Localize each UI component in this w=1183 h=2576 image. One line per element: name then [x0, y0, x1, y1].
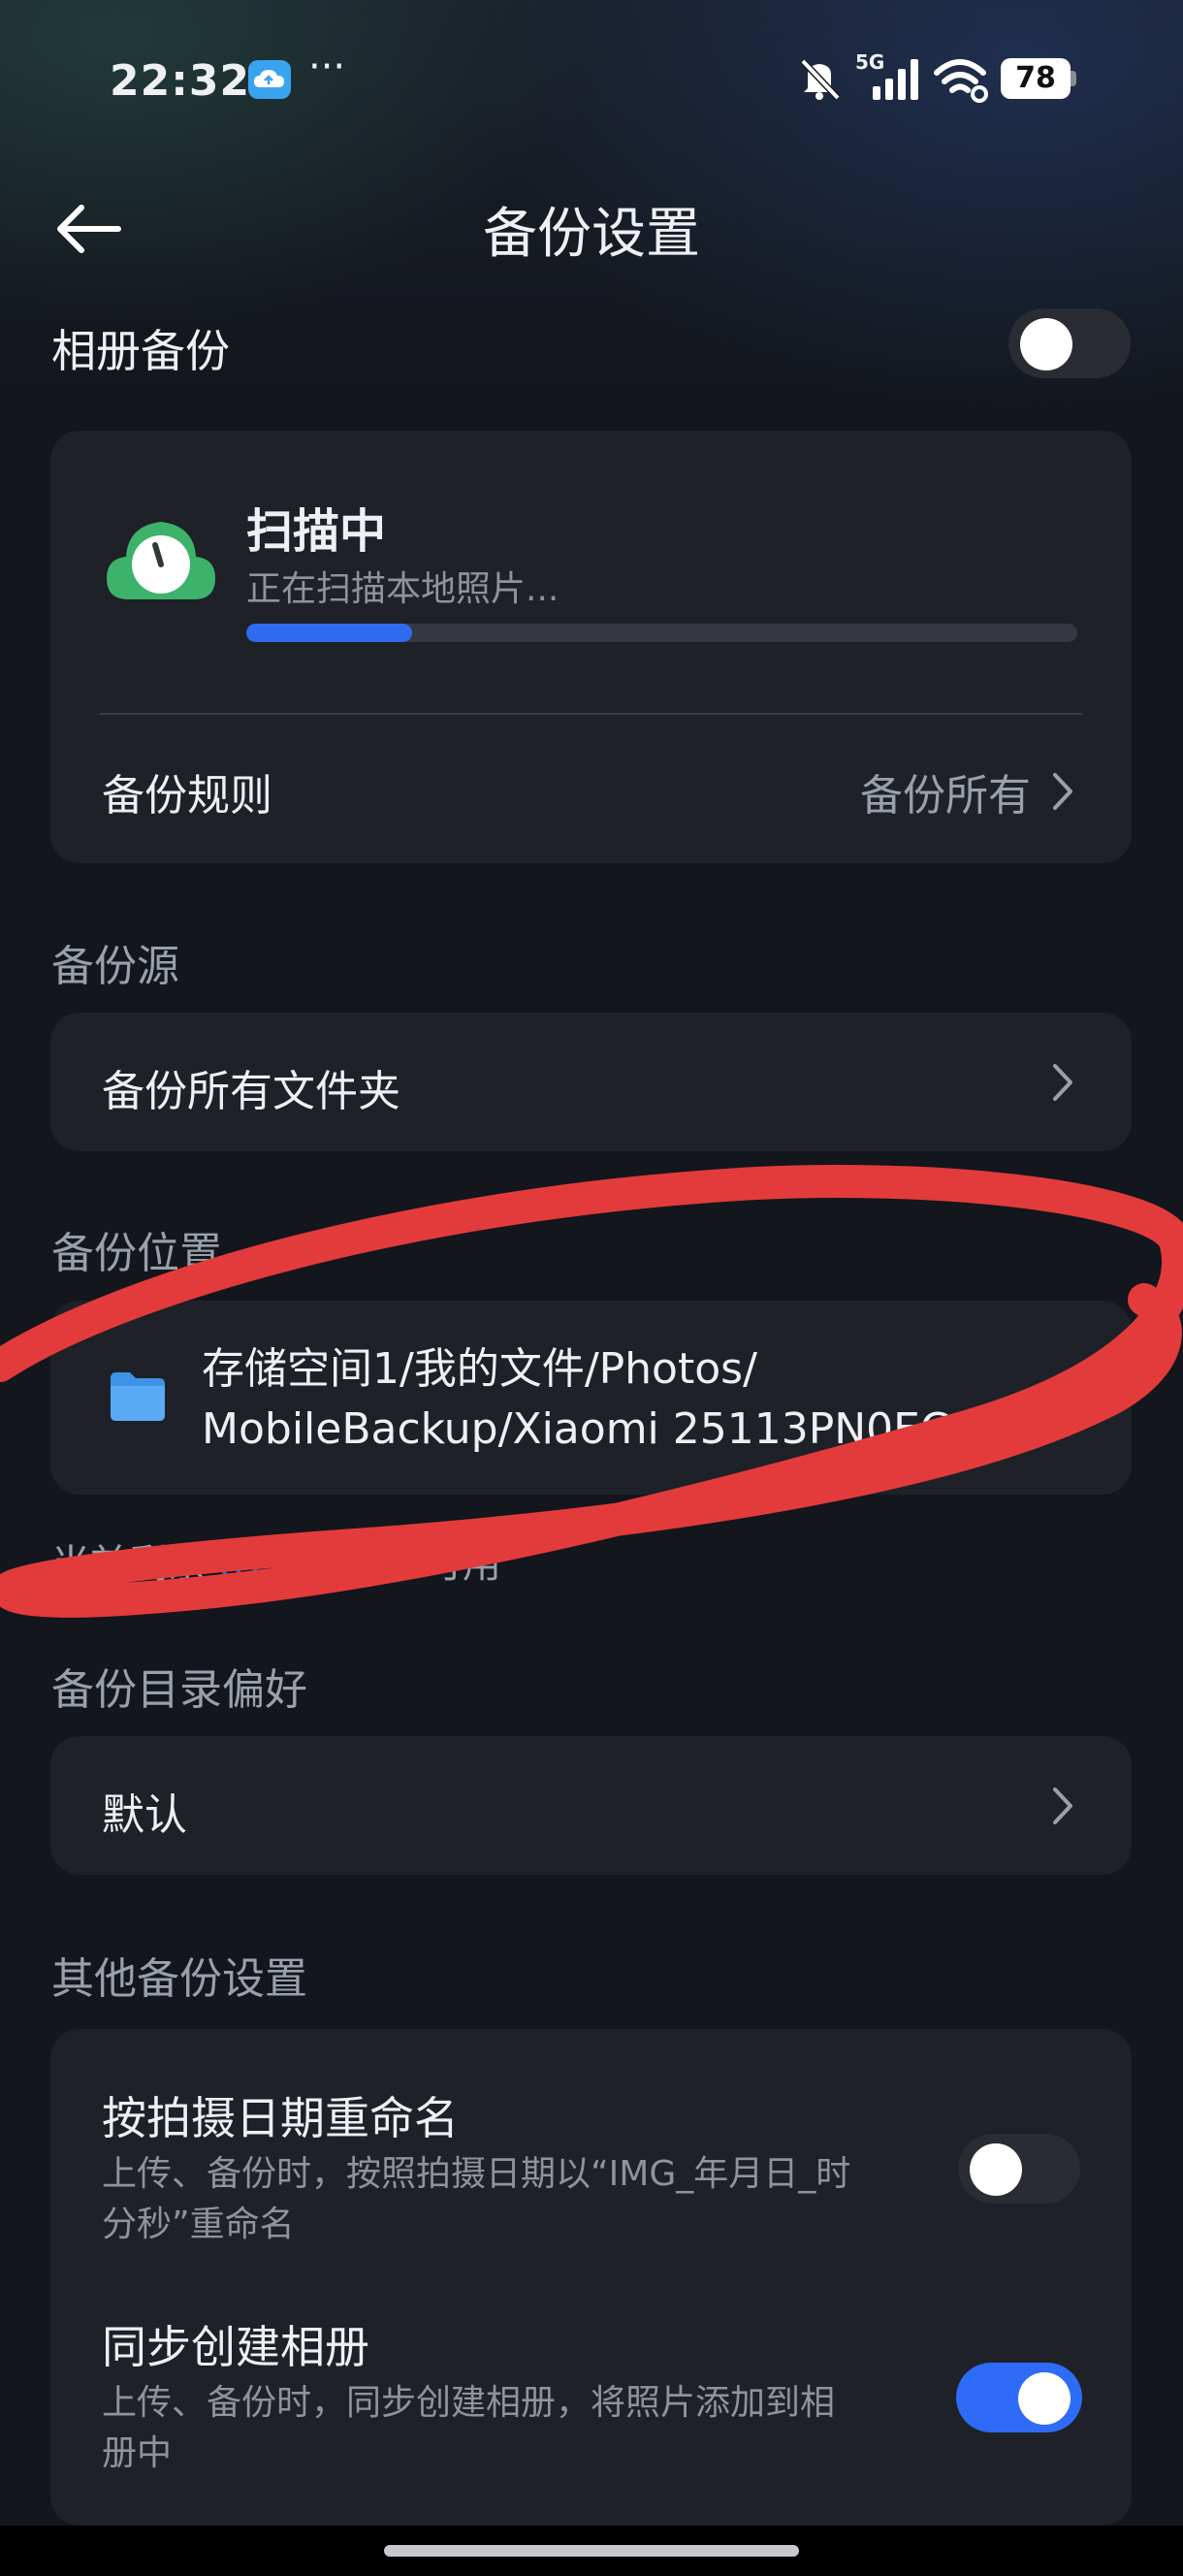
- scan-title: 扫描中: [246, 504, 387, 559]
- cloud-clock-icon: [105, 510, 217, 611]
- sync-album-row: 同步创建相册 上传、备份时，同步创建相册，将照片添加到相 册中: [50, 2295, 1132, 2498]
- rename-desc-line1: 上传、备份时，按照拍摄日期以“IMG_年月日_时: [102, 2154, 851, 2194]
- backup-all-folders-label: 备份所有文件夹: [102, 1067, 400, 1116]
- scan-progress-bar: [246, 624, 1077, 642]
- wifi-icon: [933, 53, 991, 104]
- toggle-knob: [970, 2143, 1022, 2196]
- rename-by-date-description: 上传、备份时，按照拍摄日期以“IMG_年月日_时 分秒”重命名: [102, 2149, 850, 2250]
- sync-album-description: 上传、备份时，同步创建相册，将照片添加到相 册中: [102, 2378, 835, 2479]
- battery-indicator: 78: [1001, 58, 1071, 99]
- rename-by-date-toggle[interactable]: [958, 2134, 1080, 2204]
- home-indicator[interactable]: [384, 2545, 799, 2557]
- sync-album-title: 同步创建相册: [102, 2321, 369, 2373]
- rename-desc-line2: 分秒”重命名: [102, 2205, 295, 2244]
- signal-icon: [869, 53, 923, 104]
- chevron-right-icon: [1053, 1787, 1072, 1824]
- directory-preference-section-label: 备份目录偏好: [51, 1665, 307, 1715]
- battery-tip: [1071, 71, 1076, 86]
- sync-album-toggle[interactable]: [956, 2363, 1082, 2432]
- scan-subtitle: 正在扫描本地照片...: [246, 569, 560, 609]
- directory-preference-row[interactable]: 默认: [50, 1736, 1132, 1875]
- directory-preference-value: 默认: [102, 1790, 187, 1840]
- backup-source-section-label: 备份源: [51, 942, 179, 991]
- backup-rule-label: 备份规则: [102, 771, 272, 821]
- sync-desc-line1: 上传、备份时，同步创建相册，将照片添加到相: [102, 2383, 836, 2423]
- album-backup-label: 相册备份: [51, 325, 230, 377]
- red-annotation-circle: [0, 1165, 1183, 1618]
- overflow-notifications: ···: [308, 45, 346, 89]
- rename-by-date-row: 按拍摄日期重命名 上传、备份时，按照拍摄日期以“IMG_年月日_时 分秒”重命名: [50, 2066, 1132, 2270]
- page-title: 备份设置: [483, 203, 700, 266]
- scan-progress-fill: [246, 624, 413, 642]
- mute-icon: [795, 53, 844, 104]
- divider: [100, 713, 1082, 715]
- album-backup-toggle[interactable]: [1008, 308, 1131, 378]
- backup-rule-value: 备份所有: [860, 771, 1031, 821]
- toggle-knob: [1020, 318, 1072, 370]
- toggle-knob: [1018, 2372, 1071, 2425]
- backup-all-folders-row[interactable]: 备份所有文件夹: [50, 1013, 1132, 1151]
- backup-rule-row[interactable]: 备份规则 备份所有: [50, 737, 1132, 844]
- chevron-right-icon: [1053, 773, 1072, 810]
- rename-by-date-title: 按拍摄日期重命名: [102, 2092, 459, 2144]
- sync-desc-line2: 册中: [102, 2433, 173, 2473]
- cloud-notification-icon: [248, 60, 291, 99]
- chevron-right-icon: [1053, 1064, 1072, 1101]
- other-settings-section-label: 其他备份设置: [51, 1954, 307, 2004]
- status-time: 22:32: [110, 56, 251, 106]
